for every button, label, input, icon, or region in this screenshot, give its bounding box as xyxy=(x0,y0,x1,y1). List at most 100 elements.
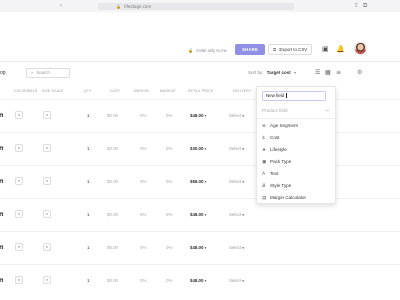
menu-item-text[interactable]: A Text xyxy=(257,168,337,180)
list-icon[interactable]: ☰ xyxy=(315,69,320,76)
margin-value[interactable]: 0% xyxy=(140,245,146,250)
chevron-left-icon[interactable]: ‹ xyxy=(60,3,62,9)
share-button[interactable]: SHARE xyxy=(235,44,265,55)
column-header-delivery[interactable]: Delivery xyxy=(233,89,251,93)
menu-item-pack-type[interactable]: ▣ Pack Type xyxy=(257,156,337,168)
chat-icon[interactable]: ▣ xyxy=(322,45,329,53)
delivery-select[interactable]: Select▾ xyxy=(229,245,244,250)
column-header-cost[interactable]: Cost xyxy=(110,89,120,93)
size-scale-dropdown[interactable]: ▾ xyxy=(43,243,51,251)
retail-price-value: $68.00 xyxy=(190,179,204,184)
delivery-select[interactable]: Select▾ xyxy=(229,146,244,151)
markup-value[interactable]: 0% xyxy=(166,146,172,151)
cost-value[interactable]: $0.00 xyxy=(107,245,118,250)
table-row[interactable]: ft ▾ ▾ 1 $0.00 0% 0% $48.00▾ Select▾ xyxy=(0,198,400,231)
cost-value[interactable]: $0.00 xyxy=(107,113,118,118)
invite-status[interactable]: 🔒 Invite only to me xyxy=(188,48,227,54)
column-header-qty[interactable]: QTY xyxy=(84,89,92,93)
export-csv-button[interactable]: ⧉ Export to CSV xyxy=(268,44,312,55)
cost-value[interactable]: $0.00 xyxy=(107,212,118,217)
cost-value[interactable]: $0.00 xyxy=(107,278,118,283)
product-name[interactable]: ft xyxy=(0,212,3,218)
colorway-dropdown[interactable]: ▾ xyxy=(15,177,23,185)
delivery-select[interactable]: Select▾ xyxy=(229,113,244,118)
margin-value[interactable]: 0% xyxy=(140,212,146,217)
table-row[interactable]: ft ▾ ▾ 1 $0.00 0% 0% $48.00▾ Select▾ xyxy=(0,231,400,264)
markup-value[interactable]: 0% xyxy=(166,212,172,217)
product-name[interactable]: ft xyxy=(0,278,3,284)
markup-value[interactable]: 0% xyxy=(166,179,172,184)
search-input[interactable]: ⌕ Search xyxy=(26,68,70,78)
retail-price-dropdown[interactable]: $48.00▾ xyxy=(190,245,206,250)
product-name[interactable]: ft xyxy=(0,146,3,152)
size-scale-dropdown[interactable]: ▾ xyxy=(43,210,51,218)
qty-value[interactable]: 1 xyxy=(87,245,89,250)
gear-icon[interactable]: ⚙ xyxy=(357,69,362,76)
menu-item-margin-calculator[interactable]: ▤ Margin Calculator xyxy=(257,192,337,204)
product-name[interactable]: ft xyxy=(0,179,3,185)
table-row[interactable]: ft ▾ ▾ 1 $0.00 0% 0% $30.00▾ Select▾ xyxy=(0,132,400,165)
tabs-icon[interactable]: ⧉ xyxy=(363,2,367,10)
product-field-option[interactable]: Product field → xyxy=(257,105,337,117)
qty-value[interactable]: 1 xyxy=(87,113,89,118)
column-header-markup[interactable]: Markup xyxy=(160,89,176,93)
colorway-dropdown[interactable]: ▾ xyxy=(15,276,23,284)
product-name[interactable]: ft xyxy=(0,113,3,119)
markup-value[interactable]: 0% xyxy=(166,278,172,283)
table-row[interactable]: ft ▾ ▾ 1 $0.00 0% 0% $48.00▾ Select▾ xyxy=(0,264,400,297)
qty-value[interactable]: 1 xyxy=(87,179,89,184)
size-scale-dropdown[interactable]: ▾ xyxy=(43,276,51,284)
menu-item-lifestyle[interactable]: ★ Lifestyle xyxy=(257,144,337,156)
margin-value[interactable]: 0% xyxy=(140,278,146,283)
delivery-value: Select xyxy=(229,212,242,217)
retail-price-dropdown[interactable]: $30.00▾ xyxy=(190,146,206,151)
colorway-dropdown[interactable]: ▾ xyxy=(15,210,23,218)
table-row[interactable]: ft ▾ ▾ 1 $0.00 0% 0% $48.00▾ Select▾ xyxy=(0,99,400,132)
sort-dropdown[interactable]: Sort by: Target cost ▾ xyxy=(248,70,296,75)
menu-item-label: Margin Calculator xyxy=(270,195,306,200)
qty-value[interactable]: 1 xyxy=(87,146,89,151)
margin-value[interactable]: 0% xyxy=(140,146,146,151)
menu-item-cost[interactable]: $ Cost xyxy=(257,132,337,144)
share-icon[interactable]: ⇪ xyxy=(354,2,359,9)
chevron-down-icon: ▾ xyxy=(204,180,207,184)
bell-icon[interactable]: 🔔 xyxy=(336,45,345,53)
size-scale-dropdown[interactable]: ▾ xyxy=(43,111,51,119)
search-icon: ⌕ xyxy=(31,70,34,75)
qty-value[interactable]: 1 xyxy=(87,212,89,217)
export-icon: ⧉ xyxy=(273,47,277,52)
column-header-colorways[interactable]: Colorways xyxy=(14,89,37,93)
size-scale-dropdown[interactable]: ▾ xyxy=(43,144,51,152)
column-header-retail-price[interactable]: Retail price xyxy=(188,89,213,93)
margin-value[interactable]: 0% xyxy=(140,179,146,184)
retail-price-dropdown[interactable]: $68.00▾ xyxy=(190,179,206,184)
menu-item-style-type[interactable]: Ꭿ Style Type xyxy=(257,180,337,192)
delivery-select[interactable]: Select▾ xyxy=(229,212,244,217)
margin-value[interactable]: 0% xyxy=(140,113,146,118)
delivery-select[interactable]: Select▾ xyxy=(229,278,244,283)
table-row[interactable]: ft ▾ ▾ 1 $0.00 0% 0% $68.00▾ Select▾ xyxy=(0,165,400,198)
new-field-input[interactable]: New field xyxy=(262,91,326,101)
retail-price-dropdown[interactable]: $48.00▾ xyxy=(190,212,206,217)
product-name[interactable]: ft xyxy=(0,245,3,251)
retail-price-dropdown[interactable]: $48.00▾ xyxy=(190,113,206,118)
menu-item-age-segment[interactable]: ≣ Age Segment xyxy=(257,120,337,132)
columns-icon[interactable]: ≡ xyxy=(336,69,341,76)
grid-icon[interactable]: ▦ xyxy=(325,69,331,76)
retail-price-value: $48.00 xyxy=(190,278,204,283)
colorway-dropdown[interactable]: ▾ xyxy=(15,111,23,119)
column-header-margin[interactable]: Margin xyxy=(134,89,149,93)
markup-value[interactable]: 0% xyxy=(166,113,172,118)
colorway-dropdown[interactable]: ▾ xyxy=(15,243,23,251)
retail-price-dropdown[interactable]: $48.00▾ xyxy=(190,278,206,283)
delivery-select[interactable]: Select▾ xyxy=(229,179,244,184)
cost-value[interactable]: $0.00 xyxy=(107,179,118,184)
column-header-size-scale[interactable]: Size scale xyxy=(42,89,64,93)
avatar[interactable] xyxy=(354,42,367,55)
url-bar[interactable]: 🔒 lifestage.com xyxy=(98,3,294,10)
markup-value[interactable]: 0% xyxy=(166,245,172,250)
cost-value[interactable]: $0.00 xyxy=(107,146,118,151)
qty-value[interactable]: 1 xyxy=(87,278,89,283)
size-scale-dropdown[interactable]: ▾ xyxy=(43,177,51,185)
colorway-dropdown[interactable]: ▾ xyxy=(15,144,23,152)
